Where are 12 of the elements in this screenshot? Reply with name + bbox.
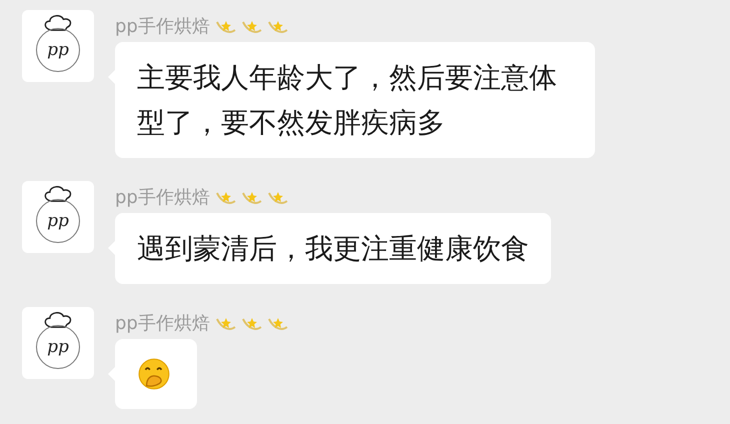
sender-name: pp手作烘焙 (115, 186, 210, 209)
giggling-face-icon (137, 357, 171, 391)
message-bubble: 主要我人年龄大了，然后要注意体型了，要不然发胖疾病多 (115, 42, 595, 158)
sender-name: pp手作烘焙 (115, 15, 210, 38)
message-bubble: 遇到蒙清后，我更注重健康饮食 (115, 213, 551, 284)
avatar-logo-text: pp (47, 338, 69, 356)
sender-name: pp手作烘焙 (115, 312, 210, 335)
avatar-logo-text: pp (47, 42, 69, 58)
avatar-logo-text: pp (47, 212, 69, 230)
avatar[interactable]: pp (22, 307, 94, 379)
avatar[interactable]: pp (22, 181, 94, 253)
avatar[interactable]: pp (22, 10, 94, 82)
